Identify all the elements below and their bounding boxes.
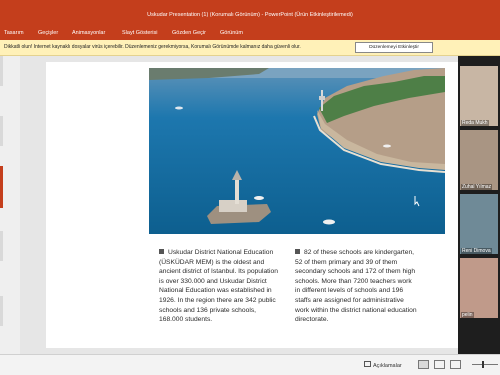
zoom-slider-thumb[interactable] — [482, 361, 484, 368]
normal-view-icon[interactable] — [418, 360, 429, 369]
slide-thumbnail[interactable] — [0, 296, 3, 326]
status-bar: Açıklamalar — [0, 354, 500, 375]
slide[interactable]: Uskudar District National Education (ÜSK… — [46, 62, 458, 348]
reading-view-icon[interactable] — [450, 360, 461, 369]
protected-view-message: Dikkatli olun! Internet kaynaklı dosyala… — [4, 44, 301, 50]
slide-thumbnail-selected[interactable] — [0, 166, 3, 208]
slide-canvas: Uskudar District National Education (ÜSK… — [20, 56, 458, 354]
participant-tile[interactable]: Reni Dimova — [460, 194, 498, 254]
slide-sorter-icon[interactable] — [434, 360, 445, 369]
title-bar: Uskudar Presentation (1) (Korumalı Görün… — [0, 0, 500, 27]
notes-label: Açıklamalar — [373, 363, 402, 369]
participant-name: pelin — [461, 312, 474, 318]
slide-thumbnails-pane[interactable] — [0, 56, 20, 354]
slide-thumbnail[interactable] — [0, 231, 3, 261]
window-title: Uskudar Presentation (1) (Korumalı Görün… — [147, 12, 353, 18]
ribbon: Tasarım Geçişler Animasyonlar Slayt Göst… — [0, 27, 500, 65]
participant-tile[interactable]: Zuhal Yılmaz — [460, 130, 498, 190]
tab-transitions[interactable]: Geçişler — [38, 30, 58, 36]
notes-icon — [364, 361, 371, 367]
slide-text-column-1: Uskudar District National Education (ÜSK… — [159, 248, 282, 325]
tab-slideshow[interactable]: Slayt Gösterisi — [122, 30, 157, 36]
tab-view[interactable]: Görünüm — [220, 30, 243, 36]
zoom-slider[interactable] — [472, 364, 498, 365]
bullet-icon — [295, 249, 300, 254]
enable-editing-button[interactable]: Düzenlemeyi Etkinleştir — [355, 42, 433, 53]
participant-tile[interactable]: pelin — [460, 258, 498, 318]
slide-text-2: 82 of these schools are kindergarten, 52… — [295, 249, 417, 324]
participant-name: Reda Mukh — [461, 120, 489, 126]
tab-design[interactable]: Tasarım — [4, 30, 24, 36]
notes-button[interactable]: Açıklamalar — [364, 361, 402, 369]
slide-thumbnail[interactable] — [0, 56, 3, 86]
slide-text-1: Uskudar District National Education (ÜSK… — [159, 249, 278, 324]
bullet-icon — [159, 249, 164, 254]
participant-name: Zuhal Yılmaz — [461, 184, 493, 190]
video-participants-strip: Reda Mukh Zuhal Yılmaz Reni Dimova pelin — [458, 56, 500, 354]
slide-text-column-2: 82 of these schools are kindergarten, 52… — [295, 248, 418, 325]
tab-review[interactable]: Gözden Geçir — [172, 30, 206, 36]
tab-animations[interactable]: Animasyonlar — [72, 30, 105, 36]
participant-tile[interactable]: Reda Mukh — [460, 66, 498, 126]
istanbul-aerial-photo — [149, 68, 445, 234]
protected-view-bar: Dikkatli olun! Internet kaynaklı dosyala… — [0, 40, 500, 56]
slide-thumbnail[interactable] — [0, 116, 3, 146]
participant-name: Reni Dimova — [461, 248, 492, 254]
